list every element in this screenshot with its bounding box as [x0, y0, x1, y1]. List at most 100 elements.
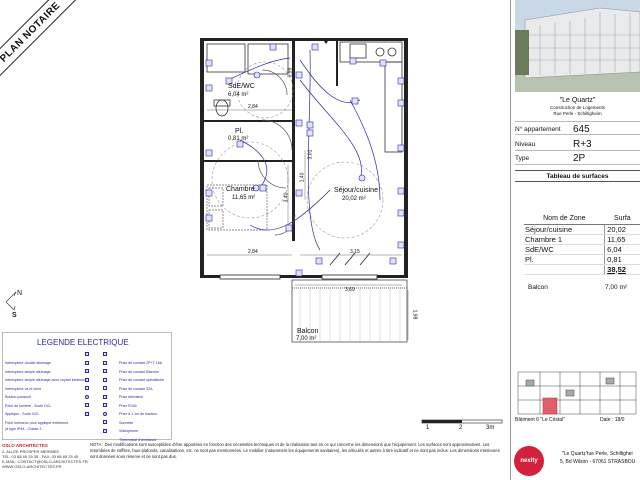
dim-label: 3,01	[307, 149, 314, 160]
balcony-label: Balcon	[528, 284, 548, 291]
electrical-legend: LEGENDE ELECTRIQUE Interrupteur double a…	[2, 332, 172, 441]
room-area-chambre: 11,65 m²	[232, 195, 256, 201]
switch-indicator-icon	[85, 369, 89, 373]
legend-item: Prise RJ45	[103, 394, 171, 407]
kitchen-counter	[339, 41, 403, 153]
scale-label: 2	[459, 425, 463, 431]
dim-label: 2,84	[248, 249, 258, 255]
dim-label: 3,69	[345, 287, 355, 293]
project-name: "Le Quartz"	[559, 97, 596, 104]
dim-label: 1,98	[411, 309, 418, 320]
keyplan-label: Bâtiment 6 "Le Cristal"	[515, 417, 565, 423]
compass-south: S	[12, 312, 17, 319]
legend-item: Vidéophone	[103, 419, 171, 433]
plan-walls	[200, 38, 408, 278]
level-value: R+3	[573, 139, 592, 150]
legend-item: Prise à 1.1m de hauteur	[103, 402, 171, 416]
push-button-icon	[85, 386, 89, 390]
surfaces-col-zone: Nom de Zone	[524, 213, 605, 225]
architect-line: WWW.OSLO-ARCHITECTES.FR	[2, 463, 62, 469]
apartment-number-row: N° appartement 645	[515, 121, 640, 135]
socket-16a-icon	[103, 352, 107, 356]
compass-north: N	[17, 290, 23, 297]
outdoor-light-icon	[85, 411, 89, 416]
project-line2: Rue Perle - Schiltigheim	[553, 111, 602, 116]
switch-simple-icon	[85, 360, 89, 365]
switch-two-way-icon	[85, 377, 89, 382]
socket-white-icon	[103, 360, 107, 365]
zone-surface: 20,02	[604, 224, 640, 235]
videophone-icon	[103, 420, 107, 424]
table-row: Séjour/cuisine 20,02	[524, 224, 640, 235]
scale-label: 1	[426, 425, 430, 431]
disclaimer-note: NOTA : Des modifications sont susceptibl…	[90, 442, 500, 459]
legend-item: Prise de courant 2P+T 16A	[103, 351, 171, 365]
zone-surface: 11,65	[604, 234, 640, 245]
surfaces-title: Tableau de surfaces	[515, 170, 640, 182]
room-label-chambre: Chambre	[226, 186, 255, 193]
scale-label: 3m	[486, 425, 495, 431]
light-point-icon	[85, 394, 89, 399]
developer-line1: , rue Perle, Schiltighei	[584, 451, 633, 457]
legend-item: Bouton poussoir	[5, 385, 90, 399]
legend-item: Sonnette	[103, 411, 171, 424]
level-row: Niveau R+3	[515, 137, 640, 151]
dim-label: 0,99	[287, 67, 294, 78]
table-row: SdE/WC 6,04	[524, 244, 640, 255]
legend-item: Interrupteur simple allumage avec voyant…	[5, 368, 90, 382]
thermostat-icon	[103, 428, 107, 433]
legend-item: Interrupteur double allumage	[5, 351, 90, 365]
type-label: Type	[515, 155, 530, 162]
room-area-sejour: 20,02 m²	[342, 196, 366, 202]
project-line1: Construction de Logements	[549, 105, 606, 110]
room-area-pl: 0,81 m²	[228, 136, 249, 142]
type-value: 2P	[573, 153, 586, 164]
dim-label: 3,15	[350, 249, 360, 255]
legend-item: Thermostat d'ambiance	[103, 428, 171, 441]
keyplan-date: Date : 18/0	[600, 417, 625, 423]
zone-surface: 0,81	[604, 254, 640, 265]
tv-socket-icon	[103, 386, 107, 390]
legend-item: Interrupteur simple allumage	[5, 360, 90, 373]
room-area-sde: 6,04 m²	[228, 92, 249, 98]
legend-item: Prise de courant Blanche	[103, 360, 171, 373]
scale-bar	[421, 419, 503, 424]
room-label-sde: SdE/WC	[228, 83, 255, 90]
architect-block: OSLO ARCHITECTES 2, ALLEE PROSPER MERIME…	[2, 443, 88, 469]
legend-item: Interrupteur va et vient	[5, 377, 90, 390]
legend-item: (à type IP44 - Classe 2	[5, 426, 42, 431]
architect-line: E-MAIL: CONTACT@OSLO-ARCHITECTES.FR	[2, 458, 88, 464]
electrical-wiring	[227, 49, 381, 251]
dim-label: 3,40	[283, 192, 290, 203]
dim-label: 2,84	[248, 104, 258, 110]
table-row-total: 38,52	[524, 264, 640, 275]
apartment-number-label: N° appartement	[515, 126, 561, 133]
legend-item: Point de lumière - Socle DCL	[5, 394, 90, 407]
zone-name: SdE/WC	[524, 244, 605, 255]
developer-line2: 5, Bd Wilson - 67061 STRASBOU	[560, 459, 636, 465]
room-area-balcon: 7,00 m²	[296, 336, 317, 342]
socket-dedicated-icon	[103, 369, 107, 373]
total-surface: 38,52	[604, 264, 640, 275]
table-row: Chambre 1 11,65	[524, 234, 640, 245]
zone-name: Chambre 1	[524, 234, 605, 245]
apartment-number-value: 645	[573, 124, 590, 135]
room-label-pl: Pl.	[235, 128, 244, 135]
legend-item: Prise télévision	[103, 385, 171, 399]
nexity-logo: nexity	[514, 446, 544, 476]
dim-label: 1,40	[299, 172, 306, 183]
type-row: Type 2P	[515, 151, 640, 165]
socket-raised-icon	[103, 403, 107, 407]
table-row: Pl. 0,81	[524, 254, 640, 265]
total-spacer	[524, 264, 605, 275]
legend-right-column: Prise de courant 2P+T 16A Prise de coura…	[103, 351, 171, 441]
compass	[5, 291, 17, 311]
legend-title: LEGENDE ELECTRIQUE	[37, 338, 129, 347]
legend-item: Prise de courant spécialisée	[103, 368, 171, 382]
surfaces-table: Nom de Zone Surfa Séjour/cuisine 20,02 C…	[524, 213, 640, 275]
wall-light-icon	[85, 403, 89, 407]
surfaces-col-surface: Surfa	[604, 213, 640, 225]
nexity-label: nexity	[520, 458, 538, 464]
zone-name: Séjour/cuisine	[524, 224, 605, 235]
legend-item: Prise de courant 32A	[103, 377, 171, 390]
